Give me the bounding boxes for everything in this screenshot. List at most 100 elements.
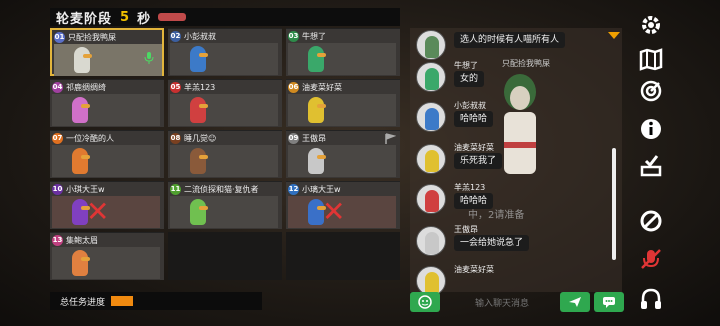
- phase-bar: 轮麦阶段 5 秒: [50, 8, 400, 27]
- player-number-badge: 13: [52, 234, 63, 246]
- settings-button[interactable]: [636, 12, 666, 38]
- chat-message: 选人的时候有人喵所有人: [416, 28, 616, 62]
- player-card-body: [54, 44, 162, 76]
- player-avatar: [190, 97, 208, 123]
- player-avatar: [190, 46, 208, 72]
- player-card[interactable]: 09 王傲昂: [286, 130, 400, 178]
- player-card[interactable]: 03 牛想了: [286, 28, 400, 76]
- dead-cross-icon: ✕: [86, 195, 110, 228]
- target-button[interactable]: [636, 78, 666, 104]
- player-name: 睡几觉☺: [184, 133, 217, 143]
- emoji-button[interactable]: [410, 292, 440, 312]
- phase-timer-bar: [158, 13, 187, 21]
- player-card-header: 02 小彭叔叔: [170, 30, 280, 42]
- target-icon: [640, 80, 662, 102]
- player-card-body: [288, 133, 396, 177]
- player-number-badge: 05: [170, 81, 181, 93]
- chat-scrollbar[interactable]: [612, 148, 616, 260]
- chat-bubble: 选人的时候有人喵所有人: [454, 32, 566, 48]
- map-button[interactable]: [636, 46, 666, 72]
- player-name: 小彭叔叔: [184, 31, 216, 41]
- player-card-header: 13 集鲍太眉: [52, 234, 162, 246]
- player-name: 牛想了: [302, 31, 326, 41]
- player-name: 一位冷酷的人: [66, 133, 114, 143]
- player-card[interactable]: 06 油麦菜好菜: [286, 79, 400, 127]
- player-number-badge: 10: [52, 183, 63, 195]
- chat-avatar: [416, 30, 446, 60]
- report-flag-icon[interactable]: [384, 133, 396, 145]
- player-name: 集鲍太眉: [66, 235, 98, 245]
- player-card[interactable]: 13 集鲍太眉: [50, 232, 164, 280]
- emoji-icon: [418, 295, 432, 309]
- map-icon: [639, 48, 663, 71]
- chat-sender-name: 油麦菜好菜: [454, 265, 494, 274]
- task-progress-fill: [111, 296, 134, 306]
- chat-input-bar: [410, 292, 626, 314]
- chat-sender-name: 王傲昂: [454, 225, 478, 234]
- phase-seconds: 5: [120, 9, 130, 25]
- player-name: 油麦菜好菜: [302, 82, 342, 92]
- player-card[interactable]: 07 一位冷酷的人: [50, 130, 164, 178]
- player-name: 小璃大王w: [302, 184, 341, 194]
- player-card[interactable]: 01 只配捡我鸭屎: [50, 28, 164, 76]
- player-card-body: [52, 247, 160, 279]
- player-name: 二流侦探和猫·复仇者: [184, 184, 259, 194]
- player-name: 羊羔123: [184, 82, 216, 92]
- block-button[interactable]: [636, 208, 666, 234]
- chat-message: 牛想了 女的: [416, 60, 616, 94]
- player-card[interactable]: 12 小璃大王w ✕: [286, 181, 400, 229]
- task-progress: 总任务进度: [50, 292, 262, 310]
- send-button[interactable]: [560, 292, 590, 312]
- phase-title: 轮麦阶段: [56, 11, 113, 27]
- player-card-body: [52, 145, 160, 177]
- player-card[interactable]: 05 羊羔123: [168, 79, 282, 127]
- player-avatar: [72, 250, 90, 276]
- player-card[interactable]: 04 祁鹿绸绸绮: [50, 79, 164, 127]
- player-card-body: [170, 43, 278, 75]
- chat-collapse-icon[interactable]: [608, 32, 620, 39]
- player-card[interactable]: 08 睡几觉☺: [168, 130, 282, 178]
- mic-button[interactable]: [636, 246, 666, 272]
- chat-avatar: [416, 102, 446, 132]
- settings-icon: [642, 16, 660, 34]
- info-button[interactable]: [636, 116, 666, 142]
- chat-system-note: 中，2请准备: [468, 210, 525, 221]
- send-icon: [569, 297, 581, 307]
- speaking-mic-icon: [144, 52, 154, 64]
- chat-input[interactable]: [446, 294, 558, 312]
- quick-chat-button[interactable]: [594, 292, 624, 312]
- chat-avatar: [416, 226, 446, 256]
- player-number-badge: 09: [288, 132, 299, 144]
- player-avatar: [308, 148, 326, 174]
- chat-sender-name: 牛想了: [454, 61, 478, 70]
- mic-off-icon: [641, 249, 661, 269]
- chat-panel[interactable]: 只配捡我鸭屎 选人的时候有人喵所有人 牛想了 女的 小彭叔叔 哈哈哈 油麦菜好菜…: [410, 28, 622, 296]
- chat-bubble: 乐死我了: [454, 153, 503, 169]
- player-card-body: ✕: [52, 196, 160, 228]
- player-card[interactable]: 02 小彭叔叔: [168, 28, 282, 76]
- player-card-header: 06 油麦菜好菜: [288, 81, 398, 93]
- chat-bubble: 女的: [454, 71, 485, 87]
- player-card-header: 12 小璃大王w: [288, 183, 398, 195]
- player-card[interactable]: 11 二流侦探和猫·复仇者: [168, 181, 282, 229]
- player-name: 王傲昂: [302, 133, 326, 143]
- player-name: 小琪大王w: [66, 184, 105, 194]
- player-card-body: [288, 94, 396, 126]
- vote-icon: [640, 155, 662, 177]
- player-card-header: 08 睡几觉☺: [170, 132, 280, 144]
- player-card-header: 05 羊羔123: [170, 81, 280, 93]
- block-icon: [640, 210, 662, 232]
- empty-slot: [168, 232, 282, 280]
- player-avatar: [190, 148, 208, 174]
- player-card-body: [170, 145, 278, 177]
- task-label: 总任务进度: [60, 297, 106, 308]
- player-number-badge: 01: [54, 31, 65, 43]
- player-avatar: [190, 199, 208, 225]
- player-name: 祁鹿绸绸绮: [66, 82, 106, 92]
- chat-message: 王傲昂 一会给她说急了: [416, 224, 616, 258]
- player-card-body: [52, 94, 160, 126]
- vote-button[interactable]: [636, 152, 666, 178]
- player-card[interactable]: 10 小琪大王w ✕: [50, 181, 164, 229]
- headphones-button[interactable]: [636, 286, 666, 312]
- player-card-header: 09 王傲昂: [288, 132, 398, 144]
